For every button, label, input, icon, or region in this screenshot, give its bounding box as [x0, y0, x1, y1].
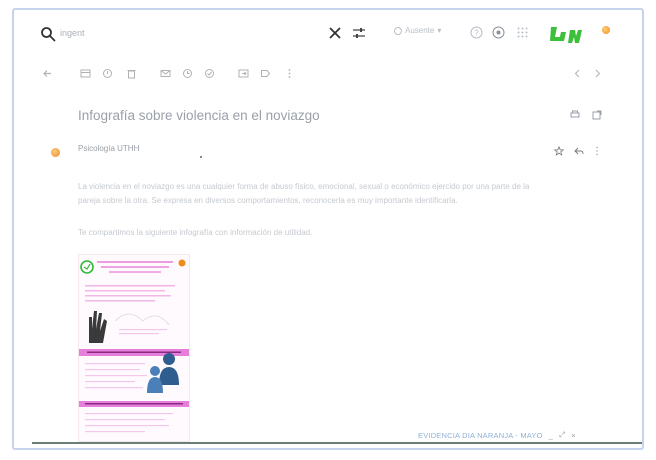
- help-icon[interactable]: ?: [470, 26, 483, 39]
- message-toolbar: [40, 68, 622, 84]
- search-input[interactable]: ingent: [60, 28, 85, 38]
- report-icon[interactable]: [102, 68, 113, 79]
- close-icon[interactable]: [328, 26, 342, 40]
- chevron-left-icon[interactable]: [572, 68, 583, 79]
- move-icon[interactable]: [238, 68, 249, 79]
- status-dot-icon: [394, 26, 402, 35]
- more-icon[interactable]: [284, 68, 295, 79]
- open-new-window-icon[interactable]: [592, 110, 602, 120]
- account-avatar[interactable]: [602, 26, 610, 34]
- more-vert-icon[interactable]: [594, 146, 600, 156]
- body-paragraph-line: La violencia en el noviazgo es una cualq…: [78, 182, 530, 191]
- search-options-icon[interactable]: [352, 26, 366, 40]
- snooze-icon[interactable]: [182, 68, 193, 79]
- back-arrow-icon[interactable]: [42, 68, 53, 79]
- infographic-image[interactable]: [78, 254, 190, 442]
- star-icon[interactable]: [554, 146, 564, 156]
- chevron-down-icon: ▾: [437, 26, 442, 35]
- mark-unread-icon[interactable]: [160, 68, 171, 79]
- body-paragraph-line: pareja sobre la otra. Se expresa en dive…: [78, 196, 458, 205]
- text-cursor: [200, 156, 202, 158]
- attachment-title: EVIDENCIA DIA NARANJA - MAYO: [418, 430, 543, 440]
- settings-icon[interactable]: [492, 26, 505, 39]
- top-bar: ingent Ausente ▾ ?: [14, 10, 642, 58]
- organization-logo: [550, 27, 582, 43]
- chevron-right-icon[interactable]: [592, 68, 603, 79]
- status-label: Ausente: [405, 26, 435, 35]
- reply-icon[interactable]: [574, 146, 584, 156]
- attachment-bar[interactable]: EVIDENCIA DIA NARANJA - MAYO _ ⤢ ×: [418, 430, 576, 440]
- delete-icon[interactable]: [126, 68, 137, 79]
- infographic-art: [79, 259, 189, 433]
- status-dropdown[interactable]: Ausente ▾: [394, 26, 441, 35]
- add-task-icon[interactable]: [204, 68, 215, 79]
- close-icon[interactable]: ×: [571, 431, 576, 440]
- print-icon[interactable]: [570, 110, 580, 120]
- divider: [32, 442, 642, 444]
- label-icon[interactable]: [260, 68, 271, 79]
- search-icon[interactable]: [40, 26, 56, 42]
- svg-text:?: ?: [474, 29, 479, 38]
- expand-icon[interactable]: ⤢: [559, 430, 565, 440]
- apps-grid-icon[interactable]: [516, 26, 529, 39]
- minimize-icon[interactable]: _: [549, 431, 553, 440]
- email-subject: Infografía sobre violencia en el noviazg…: [78, 108, 320, 123]
- sender-name: Psicología UTHH: [78, 144, 140, 153]
- sender-avatar: [51, 148, 60, 157]
- archive-icon[interactable]: [80, 68, 91, 79]
- app-window: ingent Ausente ▾ ? Infografía sobre viol…: [12, 8, 644, 450]
- body-paragraph: Te compartimos la siguiente infografía c…: [78, 228, 313, 237]
